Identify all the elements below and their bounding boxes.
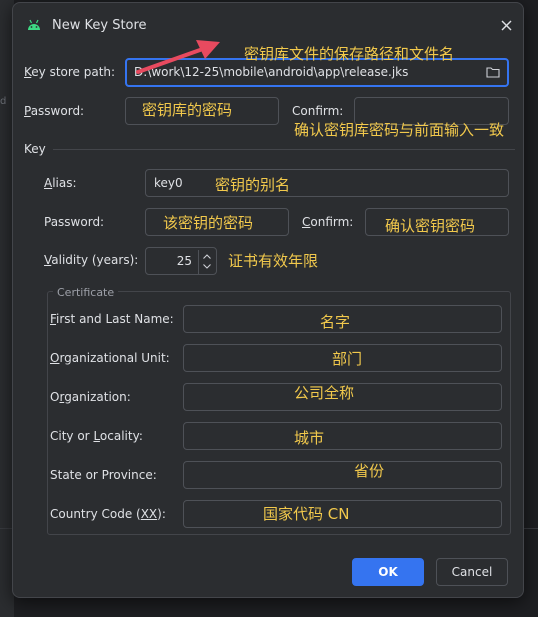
annotation-path: 密钥库文件的保存路径和文件名 bbox=[244, 45, 455, 63]
annotation-key-password: 该密钥的密码 bbox=[163, 214, 254, 232]
annotation-country: 国家代码 CN bbox=[263, 505, 350, 523]
annotation-keystore-password: 密钥库的密码 bbox=[142, 101, 233, 119]
annotation-unit: 部门 bbox=[332, 350, 363, 368]
annotation-key-confirm: 确认密钥密码 bbox=[385, 217, 476, 235]
annotation-keystore-confirm: 确认密钥库密码与前面输入一致 bbox=[294, 121, 505, 139]
annotation-validity: 证书有效年限 bbox=[228, 252, 319, 270]
annotation-state: 省份 bbox=[354, 462, 385, 480]
annotation-alias: 密钥的别名 bbox=[215, 176, 291, 194]
annotation-name: 名字 bbox=[320, 313, 351, 331]
annotation-organization: 公司全称 bbox=[294, 384, 355, 402]
annotation-arrow bbox=[136, 40, 220, 74]
annotation-city: 城市 bbox=[294, 429, 325, 447]
